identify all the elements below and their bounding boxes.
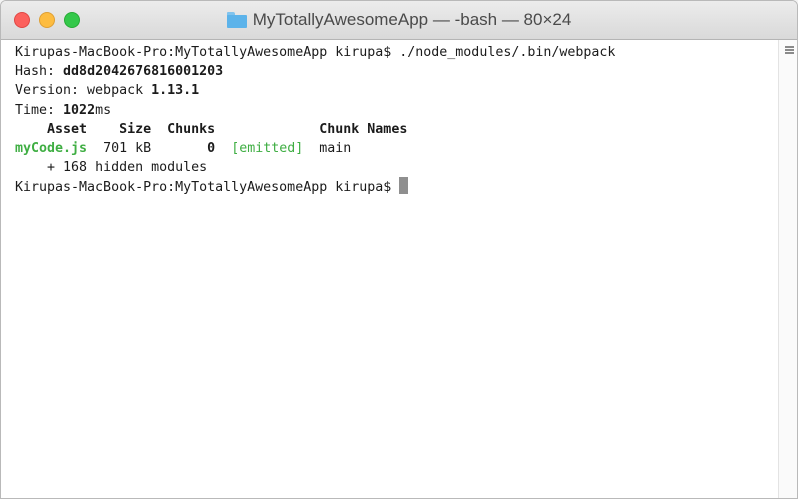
folder-icon bbox=[226, 12, 247, 28]
header-chunks: Chunks bbox=[167, 121, 216, 137]
row-chunk-name: main bbox=[319, 140, 352, 156]
scroll-grip-icon[interactable] bbox=[785, 46, 794, 57]
table-row: myCode.js 701 kB 0 [emitted] main bbox=[15, 139, 778, 158]
window-title: MyTotallyAwesomeApp — -bash — 80×24 bbox=[252, 10, 572, 29]
row-status: [emitted] bbox=[231, 140, 304, 156]
time-label: Time: bbox=[15, 102, 64, 118]
prompt-line: Kirupas-MacBook-Pro:MyTotallyAwesomeApp … bbox=[15, 177, 778, 196]
version-line: Version: webpack 1.13.1 bbox=[15, 81, 778, 100]
header-size: Size bbox=[119, 121, 152, 137]
hidden-modules-line: + 168 hidden modules bbox=[15, 158, 778, 177]
hash-label: Hash: bbox=[15, 64, 64, 80]
version-value: 1.13.1 bbox=[151, 83, 200, 99]
command-line: Kirupas-MacBook-Pro:MyTotallyAwesomeApp … bbox=[15, 45, 616, 60]
hidden-modules: + 168 hidden modules bbox=[47, 160, 208, 176]
table-header: Asset Size Chunks Chunk Names bbox=[15, 120, 778, 139]
header-chunk-names: Chunk Names bbox=[319, 121, 408, 137]
terminal-content[interactable]: Kirupas-MacBook-Pro:MyTotallyAwesomeApp … bbox=[1, 40, 778, 498]
terminal-window: MyTotallyAwesomeApp — -bash — 80×24 Kiru… bbox=[0, 0, 798, 499]
hash-line: Hash: dd8d2042676816001203 bbox=[15, 62, 778, 81]
version-label: Version: webpack bbox=[15, 83, 152, 99]
vertical-scrollbar[interactable] bbox=[778, 40, 797, 498]
text-cursor bbox=[399, 177, 409, 195]
prompt: Kirupas-MacBook-Pro:MyTotallyAwesomeApp … bbox=[15, 180, 400, 196]
time-unit: ms bbox=[95, 102, 112, 118]
hash-value: dd8d2042676816001203 bbox=[63, 64, 224, 80]
time-value: 1022 bbox=[63, 102, 96, 118]
header-asset: Asset bbox=[47, 121, 88, 137]
row-chunks: 0 bbox=[207, 140, 216, 156]
time-line: Time: 1022ms bbox=[15, 101, 778, 120]
window-title-group: MyTotallyAwesomeApp — -bash — 80×24 bbox=[1, 1, 797, 39]
title-bar[interactable]: MyTotallyAwesomeApp — -bash — 80×24 bbox=[1, 1, 797, 40]
row-size: 701 kB bbox=[103, 140, 152, 156]
row-asset: myCode.js bbox=[15, 140, 88, 156]
